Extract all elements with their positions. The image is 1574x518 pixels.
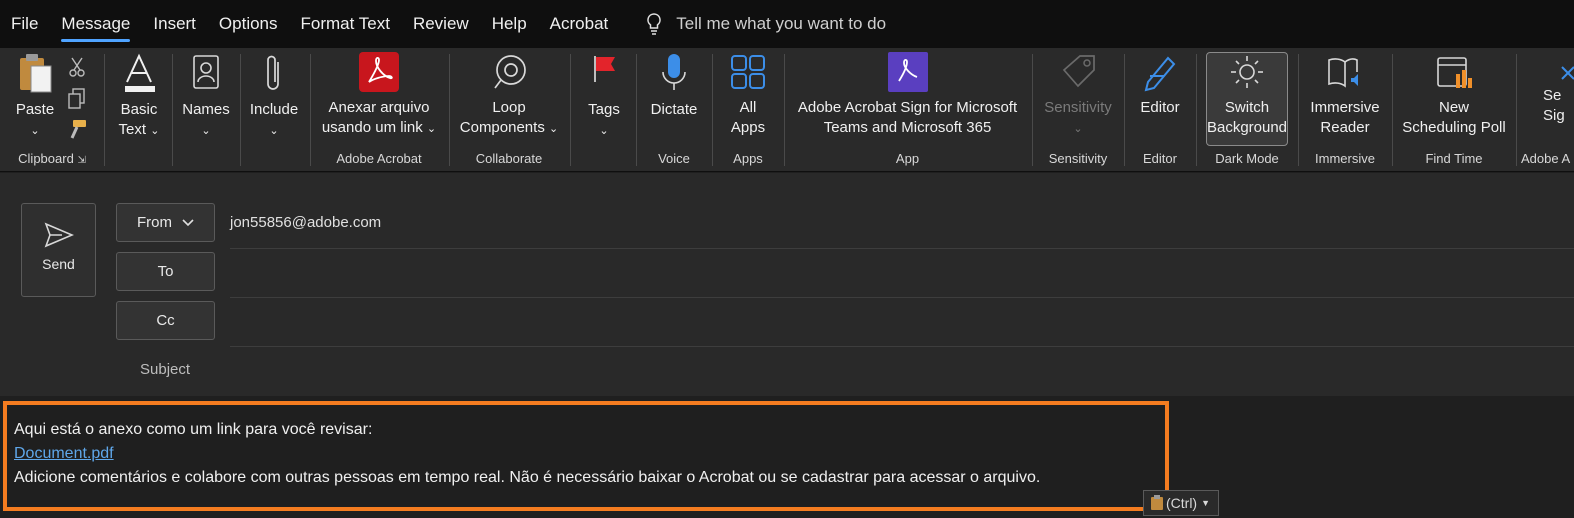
send-button[interactable]: Send (21, 203, 96, 297)
new-scheduling-poll-button[interactable]: New Scheduling Poll (1397, 52, 1511, 138)
editor-button[interactable]: Editor (1129, 52, 1191, 118)
cut-icon[interactable] (68, 56, 86, 78)
group-label-clipboard: Clipboard ⇲ (18, 151, 86, 166)
group-label-adobe-sign: Adobe A (1521, 151, 1571, 166)
paste-options-button[interactable]: (Ctrl) ▼ (1143, 490, 1219, 516)
from-divider (230, 248, 1574, 249)
acrobat-sign-icon (887, 52, 928, 92)
paste-label: Paste (15, 101, 55, 118)
group-label-find-time: Find Time (1425, 151, 1483, 166)
to-label: To (157, 263, 174, 280)
menu-options[interactable]: Options (219, 0, 278, 48)
address-book-icon (193, 55, 219, 89)
loop-icon (494, 55, 526, 89)
cc-button[interactable]: Cc (116, 301, 215, 340)
adobe-sign-button[interactable]: Se Sig (1543, 52, 1574, 126)
flag-icon (594, 56, 615, 82)
basic-text-button[interactable]: Basic Text ⌄ (108, 52, 170, 141)
chevron-down-icon: ▼ (1201, 498, 1211, 508)
apps-grid-icon (731, 55, 765, 89)
menu-file[interactable]: File (11, 0, 38, 48)
menu-message[interactable]: Message (61, 0, 130, 48)
menu-format-text[interactable]: Format Text (301, 0, 390, 48)
group-sensitivity: Sensitivity ⌄ Sensitivity (1033, 48, 1123, 172)
loop-components-button[interactable]: Loop Components ⌄ (456, 52, 562, 139)
paste-options-label: (Ctrl) (1166, 495, 1198, 511)
menu-insert[interactable]: Insert (153, 0, 196, 48)
group-voice: Dictate Voice (637, 48, 711, 172)
include-button[interactable]: Include ⌄ (244, 52, 304, 141)
group-label-apps: Apps (733, 151, 763, 166)
close-x-icon (1561, 66, 1574, 80)
copy-icon[interactable] (68, 88, 86, 110)
subject-label: Subject (140, 361, 191, 378)
group-find-time: New Scheduling Poll Find Time (1393, 48, 1515, 172)
group-adobe-sign: Se Sig Adobe A (1517, 48, 1574, 172)
paste-icon (20, 54, 52, 93)
group-label-sensitivity: Sensitivity (1048, 151, 1108, 166)
group-label-app: App (895, 151, 920, 166)
sensitivity-button[interactable]: Sensitivity ⌄ (1037, 52, 1119, 139)
sun-icon (1231, 56, 1263, 88)
group-dark-mode: Switch Background Dark Mode (1197, 48, 1297, 172)
group-label-immersive: Immersive (1315, 151, 1375, 166)
editor-pen-icon (1144, 56, 1176, 92)
send-label: Send (42, 256, 75, 272)
chevron-down-icon (182, 218, 194, 226)
from-value: jon55856@adobe.com (230, 214, 382, 231)
tell-me-label: Tell me what you want to do (676, 14, 887, 33)
group-label-editor: Editor (1143, 151, 1177, 166)
font-a-icon (125, 53, 155, 92)
group-app: Adobe Acrobat Sign for Microsoft Teams an… (785, 48, 1030, 172)
clipboard-icon (1151, 495, 1163, 510)
chevron-down-icon: ⌄ (30, 125, 40, 137)
to-button[interactable]: To (116, 252, 215, 291)
group-label-collaborate: Collaborate (475, 151, 543, 166)
group-editor: Editor Editor (1125, 48, 1195, 172)
message-body[interactable]: Aqui está o anexo como um link para você… (0, 396, 1574, 518)
from-button[interactable]: From (116, 203, 215, 242)
menu-help[interactable]: Help (492, 0, 527, 48)
group-immersive: Immersive Reader Immersive (1299, 48, 1391, 172)
group-label-adobe-acrobat: Adobe Acrobat (336, 151, 422, 166)
immersive-reader-button[interactable]: Immersive Reader (1303, 52, 1387, 138)
acrobat-icon (359, 52, 399, 92)
menu-bar: File Message Insert Options Format Text … (0, 0, 1574, 48)
lightbulb-icon (647, 13, 662, 35)
acrobat-sign-button[interactable]: Adobe Acrobat Sign for Microsoft Teams an… (791, 52, 1024, 138)
scheduling-poll-icon (1437, 57, 1472, 88)
group-collaborate: Loop Components ⌄ Collaborate (450, 48, 568, 172)
cc-label: Cc (156, 312, 175, 329)
paste-button[interactable]: Paste ⌄ (10, 52, 60, 141)
document-link[interactable]: Document.pdf (14, 445, 114, 462)
attach-link-button[interactable]: Anexar arquivo usando um link ⌄ (317, 52, 441, 139)
group-label-voice: Voice (658, 151, 690, 166)
names-button[interactable]: Names ⌄ (176, 52, 236, 141)
immersive-reader-icon (1328, 58, 1358, 88)
group-clipboard: Paste ⌄ Clipboard ⇲ (0, 48, 104, 172)
send-icon (44, 222, 74, 248)
all-apps-button[interactable]: All Apps (717, 52, 779, 138)
tags-button[interactable]: Tags ⌄ (576, 52, 632, 141)
message-text: Aqui está o anexo como um link para você… (14, 418, 1040, 490)
compose-area: Send From jon55856@adobe.com To Cc Subje… (0, 173, 1574, 518)
menu-review[interactable]: Review (413, 0, 469, 48)
to-field[interactable] (230, 297, 1574, 298)
switch-background-content: Switch Background (1206, 52, 1288, 138)
paperclip-icon (267, 55, 279, 90)
dictate-button[interactable]: Dictate (641, 52, 707, 120)
ribbon: Paste ⌄ Clipboard ⇲ Basic Text ⌄ Names ⌄ In… (0, 48, 1574, 172)
message-line-1: Aqui está o anexo como um link para você… (14, 421, 373, 438)
group-apps: All Apps Apps (713, 48, 783, 172)
format-painter-icon[interactable] (66, 118, 88, 140)
microphone-icon (662, 54, 686, 90)
tell-me-search[interactable]: Tell me what you want to do (646, 13, 886, 35)
message-line-3: Adicione comentários e colabore com outr… (14, 469, 1041, 486)
group-label-dark-mode: Dark Mode (1215, 151, 1279, 166)
cc-field[interactable] (230, 346, 1574, 347)
from-label: From (137, 214, 172, 231)
group-adobe-acrobat: Anexar arquivo usando um link ⌄ Adobe Acr… (311, 48, 447, 172)
menu-acrobat[interactable]: Acrobat (550, 0, 609, 48)
sensitivity-tag-icon (1062, 55, 1095, 88)
